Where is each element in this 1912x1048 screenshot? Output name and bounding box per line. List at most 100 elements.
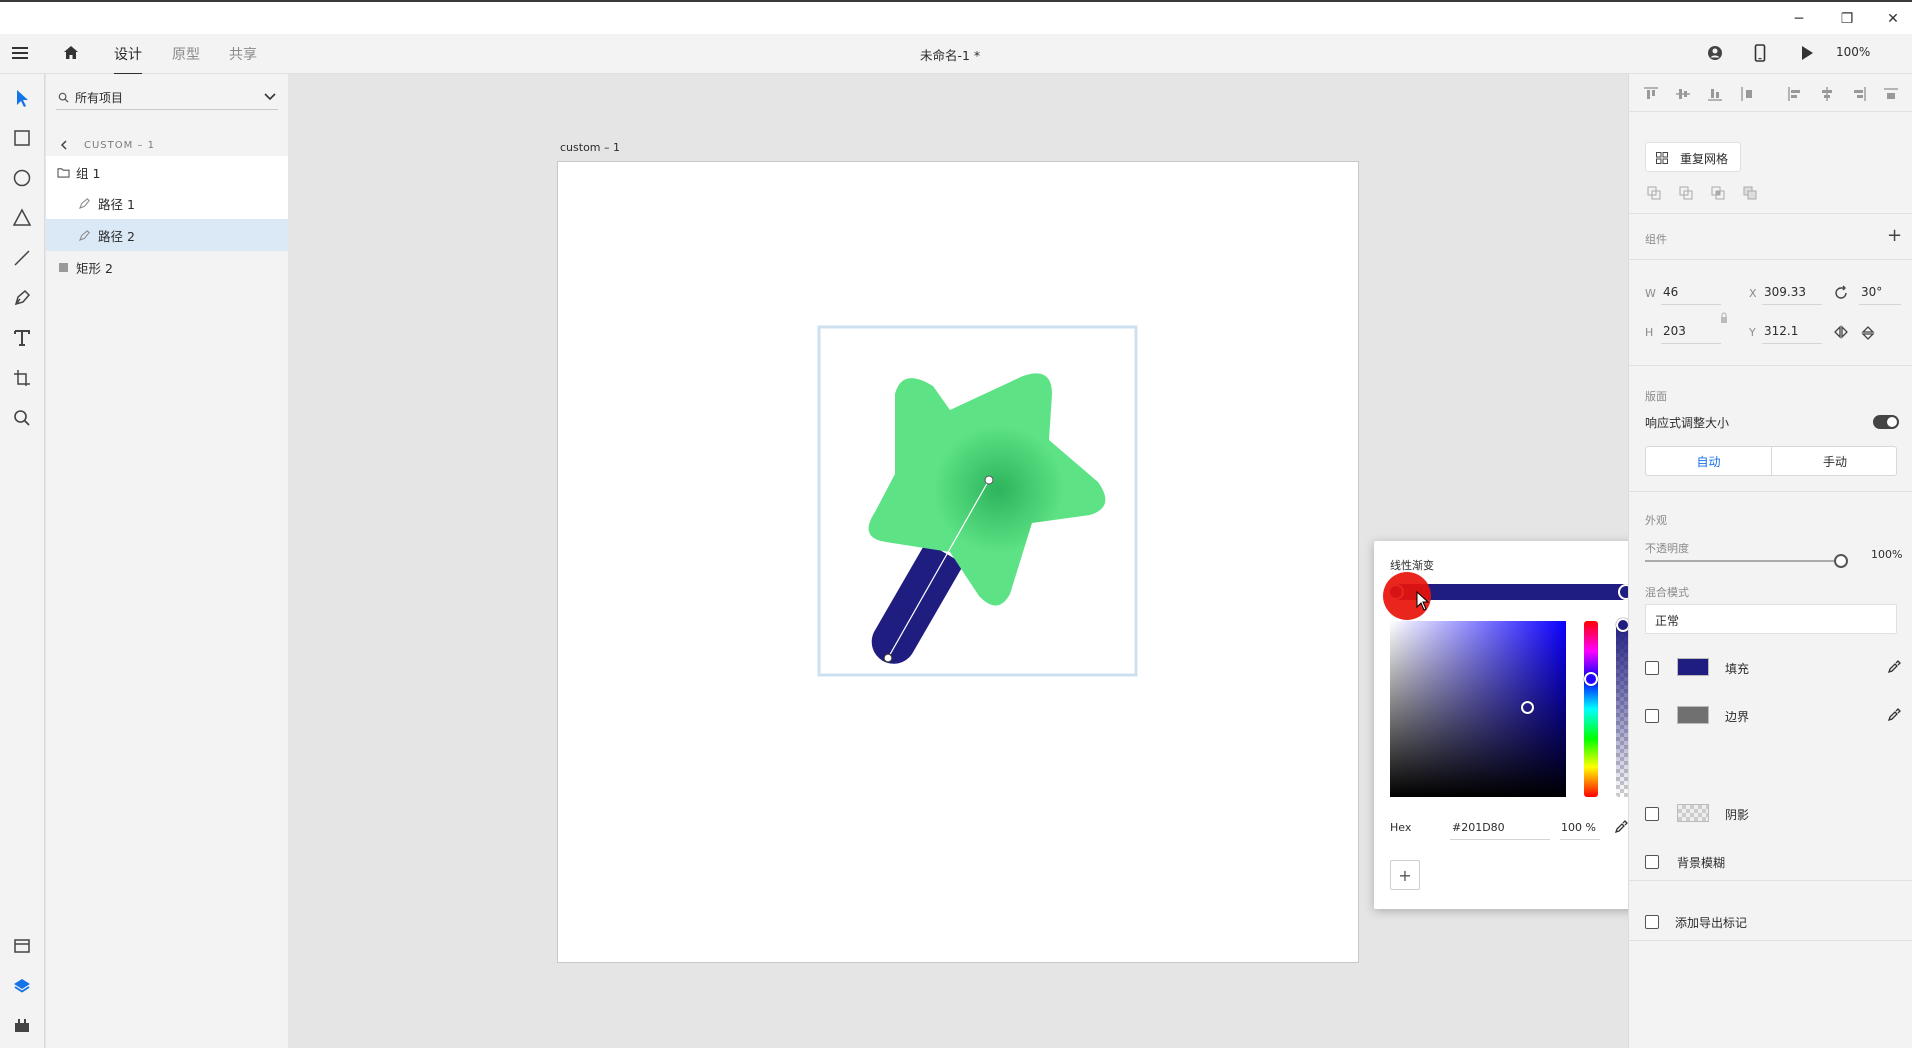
cursor-icon [1416,591,1430,611]
layer-item-rectangle-2[interactable]: 矩形 2 [46,251,288,283]
opacity-label: 不透明度 [1645,542,1689,555]
app-bar: 设计 原型 共享 未命名-1 * 100% [0,34,1912,75]
align-bottom-icon[interactable] [1707,86,1723,102]
menu-icon[interactable] [12,45,30,61]
align-center-icon[interactable] [1819,86,1835,102]
rotate-icon [1835,285,1847,299]
saturation-brightness-field[interactable] [1390,621,1566,797]
shadow-color-swatch[interactable] [1677,804,1709,822]
mobile-preview-icon[interactable] [1753,44,1767,62]
add-component-icon[interactable]: + [1887,225,1902,246]
border-color-swatch[interactable] [1677,706,1709,724]
fill-label: 填充 [1725,662,1750,676]
tab-share[interactable]: 共享 [229,44,257,64]
flip-vertical-icon[interactable] [1861,325,1875,341]
chevron-down-icon[interactable] [264,93,276,101]
stick-shape[interactable] [871,542,964,664]
x-input[interactable]: 309.33 [1764,285,1806,299]
flip-horizontal-icon[interactable] [1833,325,1849,339]
title-bar: ─ ❐ ✕ [0,0,1912,34]
tool-bar [0,74,45,1048]
fill-color-swatch[interactable] [1677,658,1709,676]
gradient-start-handle[interactable] [883,653,893,663]
line-tool-icon[interactable] [10,246,34,270]
close-button[interactable]: ✕ [1882,8,1904,30]
minimize-button[interactable]: ─ [1788,8,1810,30]
align-middle-icon[interactable] [1675,86,1691,102]
opacity-slider[interactable] [1645,560,1841,562]
back-icon[interactable] [60,140,68,150]
border-eyedropper-icon[interactable] [1887,708,1901,722]
play-icon[interactable] [1800,45,1814,61]
artboard[interactable] [557,161,1359,963]
hue-slider[interactable] [1584,621,1598,797]
plugins-icon[interactable] [10,1014,34,1038]
lock-aspect-icon[interactable] [1719,312,1729,324]
repeat-grid-button[interactable]: 重复网格 [1645,142,1741,172]
text-tool-icon[interactable] [10,326,34,350]
hue-handle[interactable] [1584,672,1598,686]
boolean-add-icon[interactable] [1647,186,1661,200]
rectangle-tool-icon[interactable] [10,126,34,150]
layers-icon[interactable] [10,974,34,998]
y-input[interactable]: 312.1 [1764,324,1798,338]
restore-button[interactable]: ❐ [1836,8,1858,30]
gradient-type-label[interactable]: 线性渐变 [1390,557,1434,573]
width-input[interactable]: 46 [1663,285,1678,299]
layers-panel: 所有项目 CUSTOM – 1 组 1 路径 1 路径 2 矩形 2 [46,74,288,1048]
appearance-section: 外观 不透明度 100% 混合模式 正常 填充 边界 [1629,492,1912,760]
responsive-resize-toggle[interactable] [1873,415,1899,429]
auto-mode-button[interactable]: 自动 [1646,447,1772,475]
boolean-exclude-icon[interactable] [1743,186,1757,200]
toggle-knob [1887,417,1897,427]
layer-item-path-2[interactable]: 路径 2 [46,219,288,251]
color-selector-handle[interactable] [1521,701,1534,714]
layer-search-field[interactable]: 所有项目 [56,86,278,110]
manual-mode-button[interactable]: 手动 [1772,447,1898,475]
opacity-slider-handle[interactable] [1834,554,1848,568]
user-icon[interactable] [1706,44,1724,62]
zoom-tool-icon[interactable] [10,406,34,430]
align-left-icon[interactable] [1787,86,1803,102]
shadow-checkbox[interactable] [1645,807,1659,821]
border-checkbox[interactable] [1645,709,1659,723]
layer-item-group-1[interactable]: 组 1 [46,156,288,188]
blend-mode-select[interactable]: 正常 [1645,604,1897,634]
boolean-subtract-icon[interactable] [1679,186,1693,200]
layout-section: 版面 响应式调整大小 自动 手动 [1629,366,1912,492]
y-underline [1762,343,1822,344]
opacity-input[interactable]: 100% [1871,548,1902,561]
zoom-level[interactable]: 100% [1836,45,1870,59]
fill-checkbox[interactable] [1645,661,1659,675]
assets-icon[interactable] [10,934,34,958]
align-right-icon[interactable] [1851,86,1867,102]
export-mark-checkbox[interactable] [1645,915,1659,929]
repeat-grid-section: 重复网格 [1629,112,1912,214]
components-label: 组件 [1645,233,1667,246]
rotation-input[interactable]: 30° [1861,285,1882,299]
artboard-label[interactable]: custom – 1 [560,141,620,154]
pen-tool-icon[interactable] [10,286,34,310]
home-icon[interactable] [62,44,80,62]
background-blur-checkbox[interactable] [1645,855,1659,869]
select-tool-icon[interactable] [10,86,34,110]
polygon-tool-icon[interactable] [10,206,34,230]
alpha-input[interactable]: 100 % [1561,821,1596,834]
ellipse-tool-icon[interactable] [10,166,34,190]
artboard-breadcrumb[interactable]: CUSTOM – 1 [84,140,155,151]
eyedropper-icon[interactable] [1614,820,1628,834]
tab-design[interactable]: 设计 [114,44,142,75]
distribute-horizontal-icon[interactable] [1883,86,1899,102]
boolean-intersect-icon[interactable] [1711,186,1725,200]
height-input[interactable]: 203 [1663,324,1686,338]
fill-eyedropper-icon[interactable] [1887,660,1901,674]
add-swatch-button[interactable]: + [1390,860,1420,890]
layer-item-path-1[interactable]: 路径 1 [46,187,288,219]
gradient-end-handle[interactable] [984,475,994,485]
star-shape[interactable] [868,373,1106,606]
artboard-tool-icon[interactable] [10,366,34,390]
align-top-icon[interactable] [1643,86,1659,102]
hex-input[interactable]: #201D80 [1452,821,1505,834]
tab-prototype[interactable]: 原型 [172,44,200,64]
distribute-vertical-icon[interactable] [1739,86,1755,102]
